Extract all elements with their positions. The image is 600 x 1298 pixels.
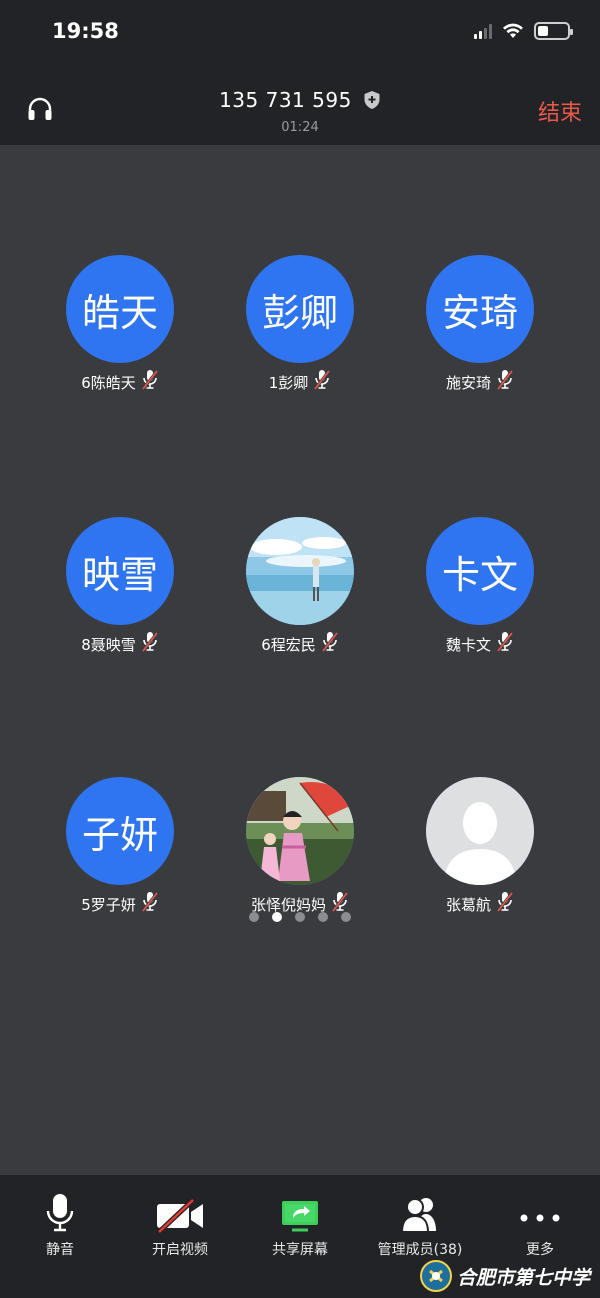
participant-tile[interactable]: 彭卿 1彭卿 [210, 255, 390, 395]
page-dot[interactable] [341, 912, 351, 922]
mic-muted-icon [313, 369, 331, 395]
video-off-icon [157, 1199, 203, 1233]
share-screen-label: 共享屏幕 [272, 1242, 328, 1258]
participant-name-row: 施安琦 [390, 369, 570, 395]
more-icon [520, 1214, 560, 1222]
school-watermark-text: 合肥市第七中学 [456, 1266, 590, 1289]
mute-button[interactable]: 静音 [0, 1175, 120, 1259]
start-video-button[interactable]: 开启视频 [120, 1175, 240, 1259]
mic-muted-icon [496, 369, 514, 395]
participant-avatar [246, 777, 354, 885]
participant-tile[interactable]: 卡文魏卡文 [390, 517, 570, 657]
participant-avatar: 映雪 [66, 517, 174, 625]
participant-tile[interactable]: 张怿倪妈妈 [210, 777, 390, 917]
participant-tile[interactable]: 安琦施安琦 [390, 255, 570, 395]
battery-icon [534, 22, 573, 40]
mic-muted-icon [321, 631, 339, 657]
more-button[interactable]: 更多 [480, 1175, 600, 1259]
microphone-icon [46, 1194, 74, 1232]
participant-name: 8聂映雪 [81, 635, 136, 654]
mic-muted-icon [141, 369, 159, 395]
school-logo-icon [419, 1260, 452, 1292]
participant-tile[interactable]: 子妍 5罗子妍 [30, 777, 210, 917]
participant-name: 魏卡文 [445, 635, 491, 654]
meeting-id-row[interactable]: 135 731 595 [0, 88, 600, 112]
more-label: 更多 [526, 1242, 554, 1258]
status-time: 19:58 [52, 19, 119, 43]
members-icon [400, 1198, 436, 1233]
wifi-icon [503, 23, 523, 38]
school-watermark: 合肥市第七中学 [419, 1260, 590, 1292]
participant-name-row: 6陈皓天 [30, 369, 210, 395]
status-icons [474, 22, 573, 40]
top-bar: 19:58 135 731 595 01:24 结束 [0, 0, 600, 145]
page-dot[interactable] [272, 912, 282, 922]
bottom-toolbar: 静音 开启视频 共享屏幕 管理成员(38) 更多 合肥市第七中学 [0, 1175, 600, 1298]
page-dot[interactable] [249, 912, 259, 922]
participant-avatar: 皓天 [66, 255, 174, 363]
participant-name: 6陈皓天 [81, 373, 136, 392]
meeting-id: 135 731 595 [219, 88, 352, 112]
mic-muted-icon [496, 631, 514, 657]
shield-icon [364, 91, 380, 109]
participant-tile[interactable]: 皓天 6陈皓天 [30, 255, 210, 395]
participant-name: 1彭卿 [268, 373, 309, 392]
start-video-label: 开启视频 [152, 1242, 208, 1258]
page-dot[interactable] [318, 912, 328, 922]
participant-name: 施安琦 [445, 373, 491, 392]
participant-name-row: 6程宏民 [210, 631, 390, 657]
participant-name-row: 1彭卿 [210, 369, 390, 395]
battery-level [538, 26, 548, 36]
manage-members-button[interactable]: 管理成员(38) [360, 1175, 480, 1259]
participant-avatar [426, 777, 534, 885]
meeting-duration: 01:24 [281, 120, 319, 135]
participant-avatar: 安琦 [426, 255, 534, 363]
participant-avatar: 卡文 [426, 517, 534, 625]
participant-name-row: 8聂映雪 [30, 631, 210, 657]
mute-label: 静音 [46, 1242, 74, 1258]
page-dot[interactable] [295, 912, 305, 922]
participant-tile[interactable]: 张葛航 [390, 777, 570, 917]
participant-tile[interactable]: 映雪 8聂映雪 [30, 517, 210, 657]
cellular-signal-icon [474, 23, 492, 39]
mic-muted-icon [141, 631, 159, 657]
share-screen-icon [282, 1201, 318, 1232]
participant-avatar [246, 517, 354, 625]
share-screen-button[interactable]: 共享屏幕 [240, 1175, 360, 1259]
page-indicator[interactable] [0, 912, 600, 922]
participant-tile[interactable]: 6程宏民 [210, 517, 390, 657]
participant-avatar: 子妍 [66, 777, 174, 885]
participant-name-row: 魏卡文 [390, 631, 570, 657]
manage-members-label: 管理成员(38) [377, 1242, 463, 1258]
end-meeting-button[interactable]: 结束 [538, 95, 582, 127]
participant-avatar: 彭卿 [246, 255, 354, 363]
participant-name: 6程宏民 [261, 635, 316, 654]
